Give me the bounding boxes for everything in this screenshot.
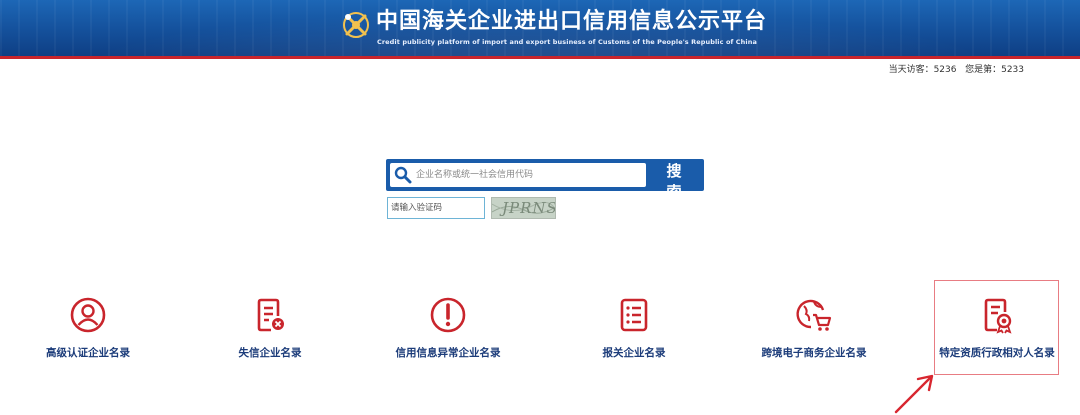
category-label: 报关企业名录 — [602, 347, 666, 359]
search-input[interactable] — [390, 163, 646, 187]
category-dishonest[interactable]: 失信企业名录 — [210, 290, 330, 380]
category-label: 失信企业名录 — [238, 347, 302, 359]
exclamation-icon — [430, 297, 466, 333]
you-are-label: 您是第： — [965, 65, 1002, 75]
today-visitors-label: 当天访客： — [888, 65, 934, 75]
captcha-text: JPRNS — [502, 199, 556, 217]
header-banner: 中国海关企业进出口信用信息公示平台 Credit publicity platf… — [0, 0, 1080, 56]
captcha-input[interactable] — [387, 197, 485, 219]
customs-emblem-icon — [343, 12, 369, 38]
category-customs-declaration[interactable]: 报关企业名录 — [574, 290, 694, 380]
search-button[interactable]: 搜 索 — [648, 159, 704, 201]
captcha-image[interactable]: JPRNS — [491, 197, 556, 219]
page: 中国海关企业进出口信用信息公示平台 Credit publicity platf… — [0, 0, 1080, 415]
globe-cart-icon — [796, 299, 832, 331]
search-icon — [394, 166, 412, 184]
highlight-box — [934, 280, 1059, 375]
pointer-arrow-icon — [894, 374, 934, 414]
document-x-icon — [257, 298, 284, 332]
site-title: 中国海关企业进出口信用信息公示平台 — [376, 9, 768, 34]
category-label: 高级认证企业名录 — [46, 347, 130, 359]
person-icon — [70, 297, 106, 333]
site-subtitle: Credit publicity platform of import and … — [377, 38, 757, 46]
list-icon — [620, 298, 648, 332]
category-cross-border-ecommerce[interactable]: 跨境电子商务企业名录 — [754, 290, 874, 380]
today-visitors-count: 5236 — [933, 65, 957, 75]
visitor-counter: 当天访客：5236 您是第：5233 — [889, 62, 1024, 75]
search-bar: 搜 索 — [386, 159, 704, 201]
you-are-count: 5233 — [1001, 65, 1024, 75]
category-abnormal-credit[interactable]: 信用信息异常企业名录 — [388, 290, 508, 380]
header-divider — [0, 56, 1080, 59]
category-advanced-certified[interactable]: 高级认证企业名录 — [28, 290, 148, 380]
category-label: 信用信息异常企业名录 — [395, 347, 501, 359]
category-label: 跨境电子商务企业名录 — [761, 347, 867, 359]
